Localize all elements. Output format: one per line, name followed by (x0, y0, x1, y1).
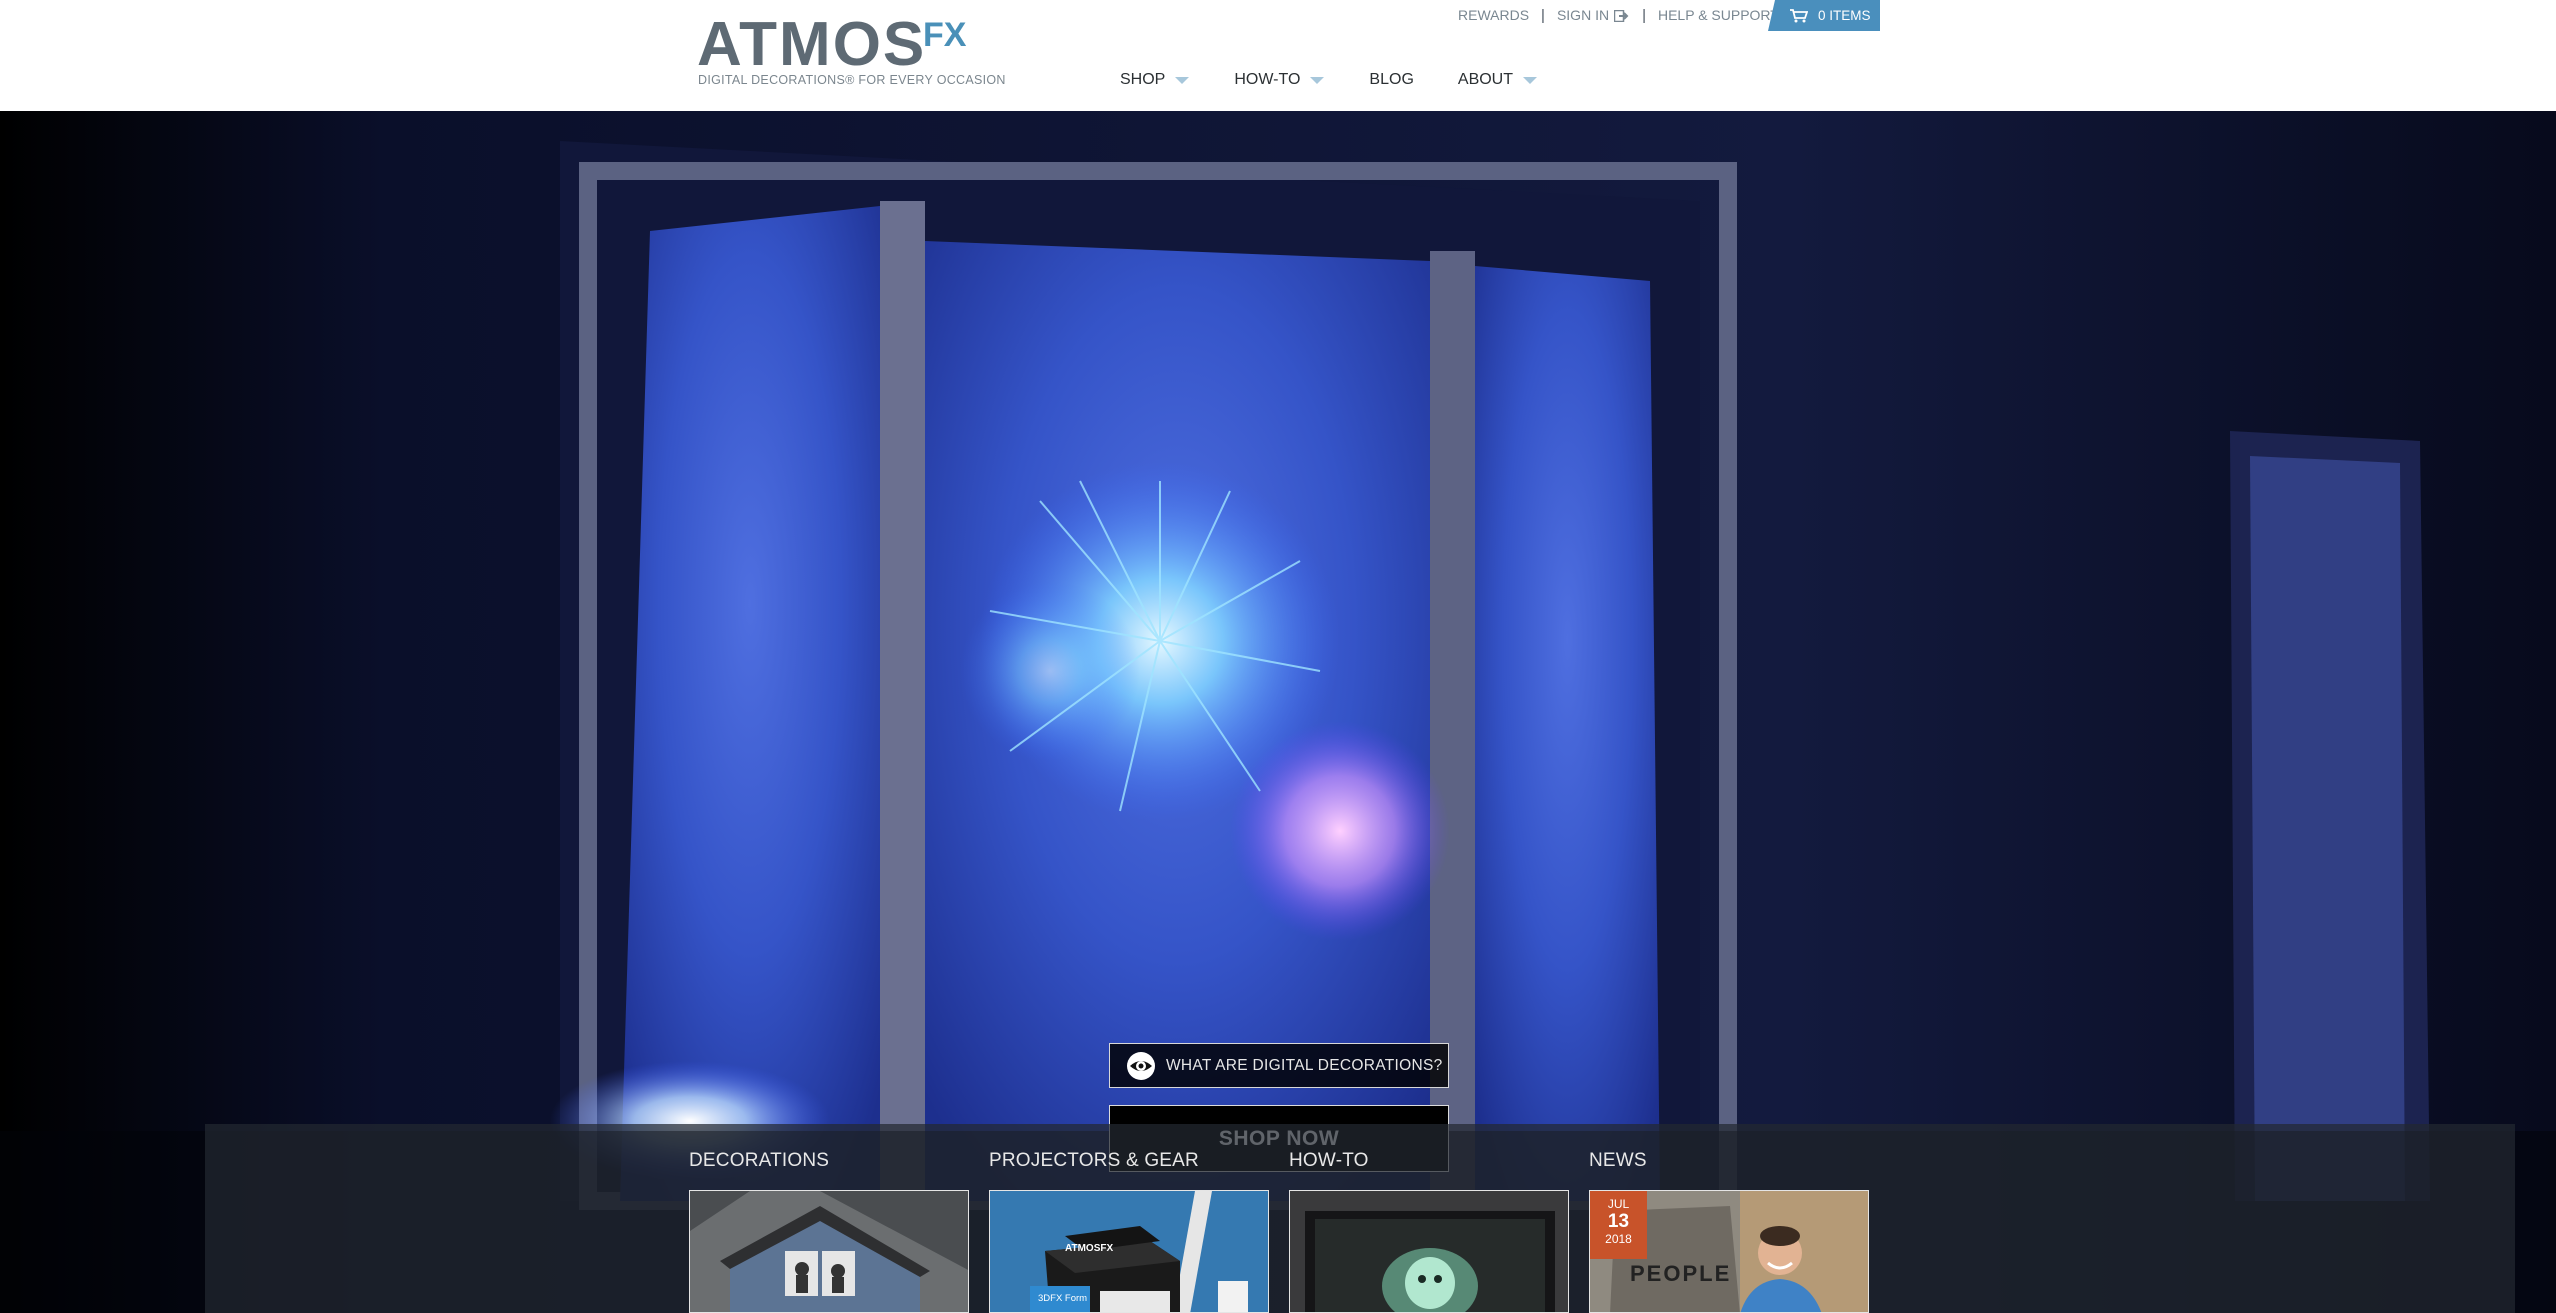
how-to-thumbnail[interactable] (1289, 1190, 1569, 1313)
divider: | (1642, 6, 1646, 24)
product-brand-label: ATMOSFX (1065, 1243, 1114, 1254)
category-title-decorations[interactable]: DECORATIONS (689, 1150, 829, 1172)
house-image (690, 1191, 968, 1312)
nav-how-to-label: HOW-TO (1234, 71, 1301, 88)
chevron-down-icon (1523, 76, 1538, 84)
nav-about-label: ABOUT (1457, 71, 1514, 88)
nav-shop-label: SHOP (1120, 71, 1166, 88)
nav-how-to[interactable]: HOW-TO (1234, 68, 1325, 92)
nav-shop[interactable]: SHOP (1120, 68, 1190, 92)
chevron-down-icon (1310, 76, 1325, 84)
help-support-link[interactable]: HELP & SUPPORT (1658, 7, 1779, 23)
what-button-label: WHAT ARE DIGITAL DECORATIONS? (1166, 1056, 1443, 1074)
news-date-day: 13 (1607, 1211, 1630, 1232)
eye-icon (1127, 1051, 1155, 1080)
projector-kit-image (990, 1191, 1268, 1312)
sign-in-link[interactable]: SIGN IN (1557, 7, 1630, 23)
cart-count: 0 ITEMS (1818, 8, 1871, 23)
logo-tagline: DIGITAL DECORATIONS® FOR EVERY OCCASION (698, 73, 1006, 87)
cart-icon (1790, 8, 1808, 22)
site-header: ATMOS FX DIGITAL DECORATIONS® FOR EVERY … (0, 0, 2556, 111)
divider: | (1541, 6, 1545, 24)
sign-in-icon (1614, 10, 1629, 22)
chevron-down-icon (1175, 76, 1190, 84)
news-date-month: JUL (1607, 1197, 1630, 1211)
ghost-tv-image (1290, 1191, 1568, 1312)
utility-nav: REWARDS | SIGN IN | HELP & SUPPORT (1458, 0, 1779, 30)
decorations-thumbnail[interactable] (689, 1190, 969, 1313)
rewards-link[interactable]: REWARDS (1458, 7, 1529, 23)
cart-button[interactable]: 0 ITEMS (1768, 0, 1880, 31)
sign-in-label: SIGN IN (1556, 7, 1610, 23)
news-date-year: 2018 (1605, 1232, 1632, 1246)
logo-wordmark: ATMOS (697, 10, 927, 79)
what-are-digital-decorations-button[interactable]: WHAT ARE DIGITAL DECORATIONS? (1109, 1043, 1449, 1088)
category-title-how-to[interactable]: HOW-TO (1289, 1150, 1369, 1172)
nav-blog[interactable]: BLOG (1369, 68, 1413, 92)
nav-blog-label: BLOG (1369, 71, 1414, 88)
news-date-badge: JUL 13 2018 (1590, 1191, 1647, 1259)
logo-fx: FX (923, 16, 967, 54)
projectors-thumbnail[interactable]: ATMOSFX 3DFX Form (989, 1190, 1269, 1313)
category-title-news[interactable]: NEWS (1589, 1150, 1647, 1172)
product-form-label: 3DFX Form (1038, 1293, 1088, 1304)
atmosfx-logo[interactable]: ATMOS FX DIGITAL DECORATIONS® FOR EVERY … (697, 10, 1005, 92)
poster-text: PEOPLE (1630, 1261, 1732, 1286)
category-title-projectors[interactable]: PROJECTORS & GEAR (989, 1150, 1199, 1172)
news-thumbnail[interactable]: PEOPLE JUL 13 2018 (1589, 1190, 1869, 1313)
main-nav: SHOP HOW-TO BLOG ABOUT (1120, 68, 1538, 92)
nav-about[interactable]: ABOUT (1457, 68, 1538, 92)
